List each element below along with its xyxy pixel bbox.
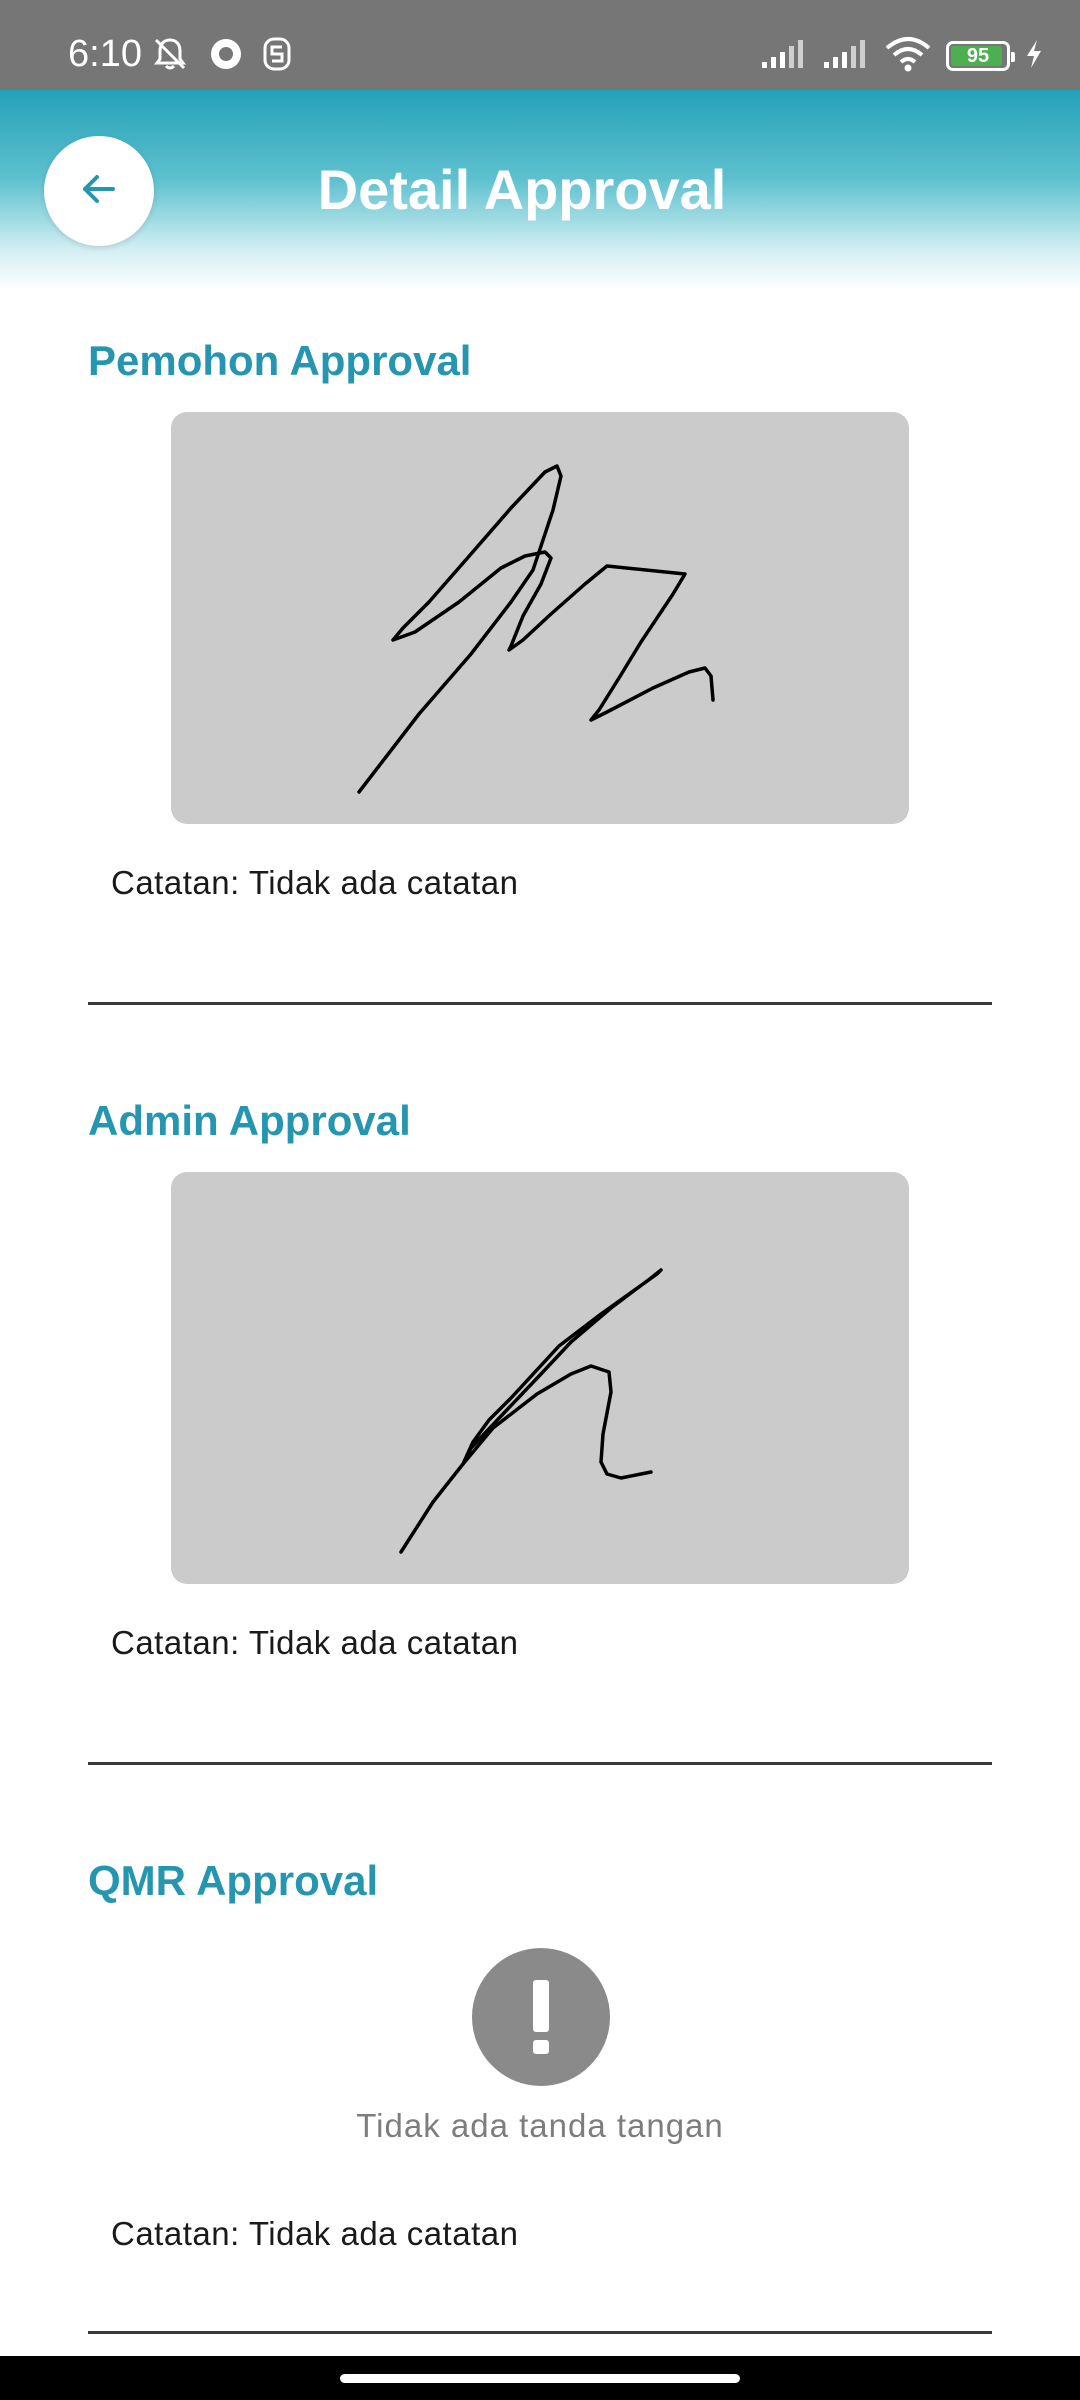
- section-pemohon-approval: Pemohon Approval Catatan: Tidak ada cata…: [88, 336, 992, 1006]
- battery-cap: [1011, 52, 1015, 62]
- record-icon: [208, 36, 244, 77]
- section-admin-approval: Admin Approval Catatan: Tidak ada catata…: [88, 1096, 992, 1766]
- battery-level: 95: [966, 44, 990, 67]
- note-text: Catatan: Tidak ada catatan: [111, 2215, 519, 2252]
- no-signature-text: Tidak ada tanda tangan: [356, 2107, 724, 2144]
- charging-icon: [1024, 38, 1044, 75]
- cell-signal-icon: [822, 38, 870, 75]
- section-divider: [88, 2331, 992, 2334]
- wifi-icon: [884, 36, 932, 77]
- home-indicator[interactable]: [340, 2374, 740, 2383]
- section-title: Admin Approval: [88, 1097, 411, 1144]
- app-header: Detail Approval: [0, 90, 1080, 290]
- section-divider: [88, 1002, 992, 1005]
- section-title: QMR Approval: [88, 1857, 379, 1904]
- page-title: Detail Approval: [317, 158, 727, 221]
- note-text: Catatan: Tidak ada catatan: [111, 864, 519, 901]
- exclamation-icon: [472, 1948, 610, 2086]
- status-left-icons: [150, 36, 292, 76]
- section-title: Pemohon Approval: [88, 337, 472, 384]
- system-nav-bar: [0, 2356, 1080, 2400]
- signature-image: [171, 412, 909, 824]
- battery-icon: 95: [946, 41, 1015, 71]
- section-qmr-approval: QMR Approval Tidak ada tanda tangan Cata…: [88, 1856, 992, 2336]
- status-time: 6:10: [68, 33, 142, 75]
- note-text: Catatan: Tidak ada catatan: [111, 1624, 519, 1661]
- section-divider: [88, 1762, 992, 1765]
- status-right-icons: 95: [760, 36, 1044, 76]
- mute-bell-icon: [150, 34, 190, 79]
- app-notification-icon: [262, 36, 292, 77]
- signature-image: [171, 1172, 909, 1584]
- cell-signal-icon: [760, 38, 808, 75]
- status-bar: 6:10 95: [0, 0, 1080, 90]
